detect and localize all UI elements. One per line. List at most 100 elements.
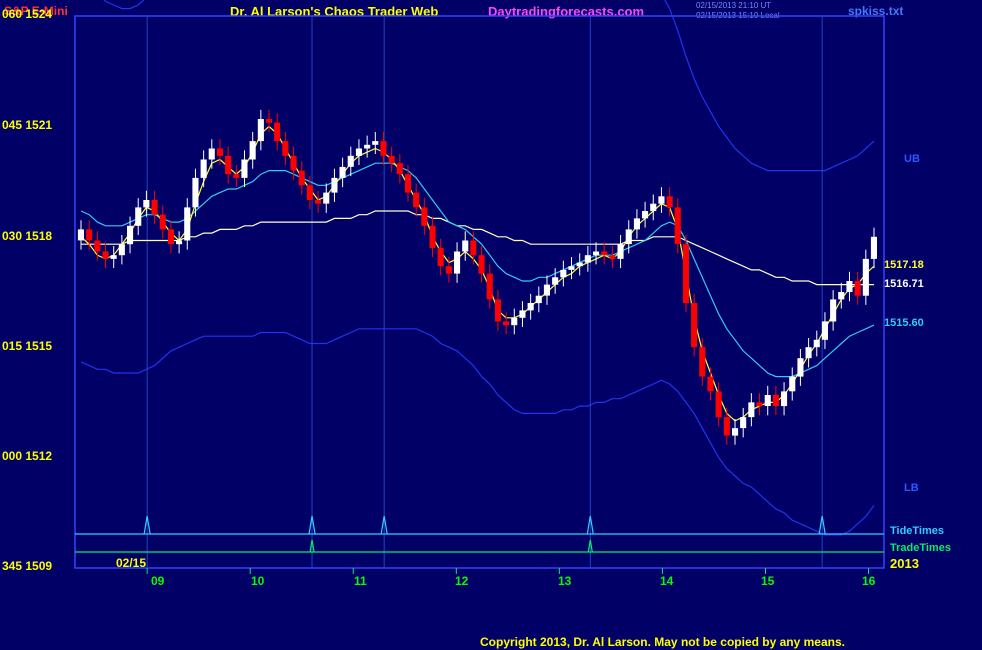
candle-up [257,119,264,142]
candle-down [404,174,411,193]
candle-up [127,225,134,245]
candle-down [380,141,387,156]
candle-down [306,185,313,200]
band-layer [80,0,875,536]
candle-up [805,347,812,359]
candle-down [470,240,477,256]
candle-down [94,240,101,252]
plot-frame [74,15,885,569]
candle-up [838,292,845,300]
candle-up [143,200,150,208]
candle-up [355,148,362,156]
candle-up [527,303,534,311]
candle-up [560,269,567,278]
candle-down [601,251,608,256]
candle-down [854,281,861,296]
candle-up [118,244,125,256]
candle-down [503,321,510,326]
candle-up [650,203,657,212]
candle-up [568,266,575,270]
candle-down [315,200,322,204]
candle-up [821,321,828,340]
candle-down [707,376,714,392]
lower-band-line [80,328,875,536]
candle-down [682,244,689,304]
candle-up [77,229,84,241]
candle-down [756,402,763,407]
candle-down [290,155,297,171]
candle-down [102,251,109,259]
candle-down [674,207,681,245]
candle-up [241,159,248,178]
candle-up [625,229,632,245]
ema-long-line [81,210,874,286]
candle-up [192,177,199,208]
candle-up [813,339,820,348]
candle-up [372,141,379,145]
candle-down [298,170,305,186]
candle-up [781,391,788,407]
candle-up [846,281,853,292]
candle-up [552,277,559,285]
candle-up [642,211,649,219]
candle-up [576,262,583,267]
candle-down [494,299,501,322]
candle-down [274,122,281,142]
candle-up [862,258,869,296]
candle-up [593,251,600,256]
candle-up [184,207,191,241]
candle-up [511,317,518,326]
candle-up [732,428,739,436]
candle-down [388,155,395,164]
candle-up [462,240,469,252]
candle-down [216,148,223,156]
candle-down [396,163,403,175]
candle-up [454,251,461,274]
candle-up [797,358,804,377]
candle-down [723,417,730,436]
ema-short-line [80,125,875,422]
candle-up [110,255,117,259]
candle-up [535,295,542,304]
candle-up [331,177,338,193]
candle-down [437,247,444,267]
candle-down [445,266,452,274]
candle-down [772,395,779,406]
candle-up [200,159,207,178]
candle-up [584,255,591,263]
candle-down [691,303,698,348]
candle-up [249,141,256,160]
candle-up [323,192,330,204]
candle-down [159,214,166,230]
candle-down [233,174,240,178]
candle-up [347,155,354,167]
candle-down [167,229,174,245]
candle-up [740,417,747,429]
candle-down [429,225,436,248]
candle-down [699,347,706,377]
candle-up [543,284,550,296]
candle-down [266,119,273,123]
bar-layer [77,109,877,445]
candle-down [666,196,673,208]
candle-down [486,273,493,300]
candle-down [609,255,616,259]
ema-layer [80,125,875,422]
candle-up [135,207,142,226]
candle-down [282,141,289,156]
candle-up [633,218,640,230]
candle-down [86,229,93,241]
candle-up [617,244,624,259]
candle-up [339,166,346,178]
candle-down [413,192,420,208]
upper-band-line [103,0,875,172]
candle-up [208,148,215,160]
candle-down [225,155,232,175]
timing-layer [75,515,884,574]
candle-up [870,236,877,259]
candle-up [830,299,837,322]
candle-down [151,200,158,215]
candle-up [519,310,526,318]
candle-down [478,255,485,274]
candle-up [789,376,796,392]
